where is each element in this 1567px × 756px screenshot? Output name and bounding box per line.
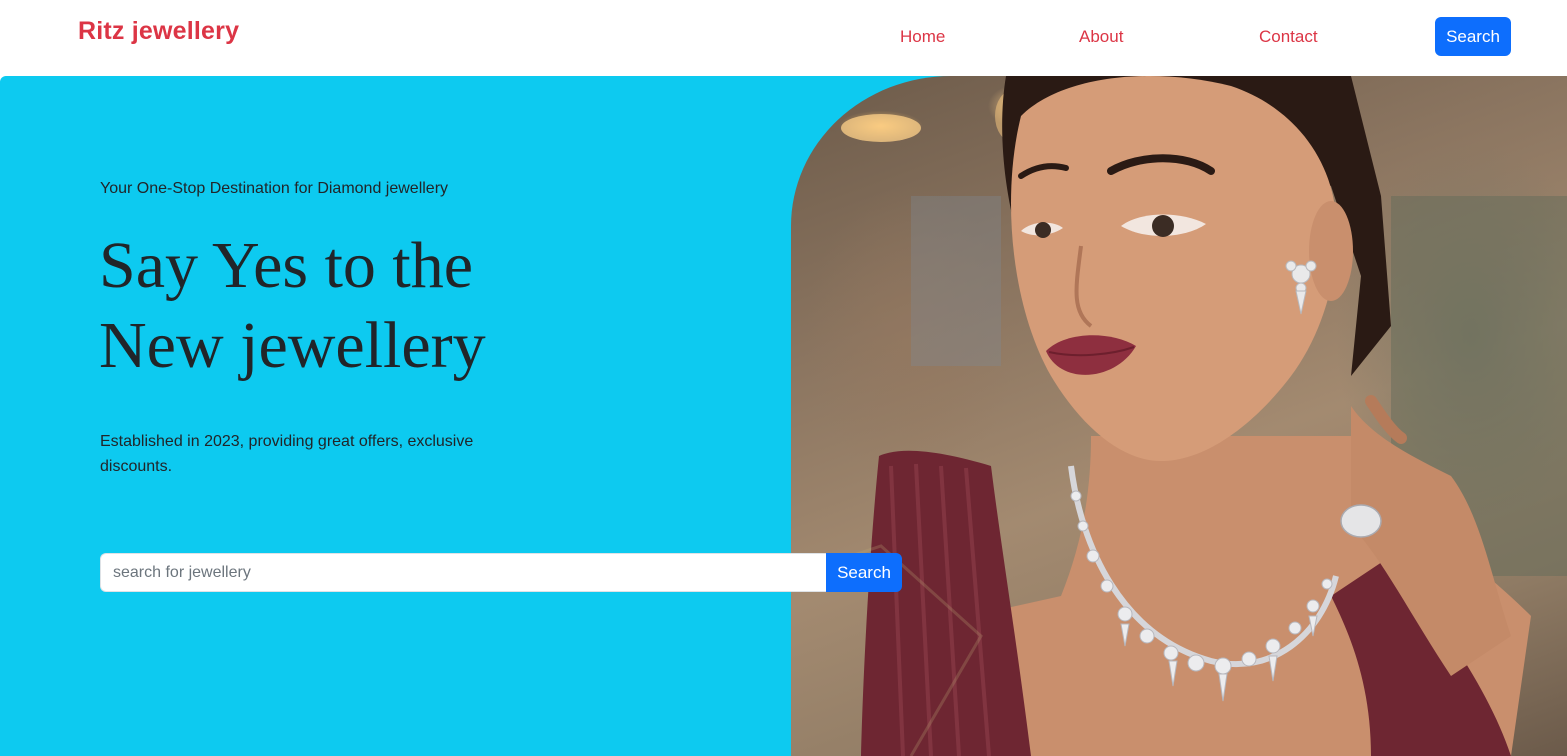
hero-search-button[interactable]: Search xyxy=(826,553,902,592)
hero-section: Your One-Stop Destination for Diamond je… xyxy=(0,76,1567,756)
nav-link-home[interactable]: Home xyxy=(900,27,945,47)
hero-headline-line-1: Say Yes to the xyxy=(99,229,474,302)
hero-headline-line-2: New jewellery xyxy=(99,309,486,382)
hero-description: Established in 2023, providing great off… xyxy=(100,433,474,475)
nav-search-button[interactable]: Search xyxy=(1435,17,1511,56)
hero-image-illustration xyxy=(791,76,1567,756)
nav-link-contact[interactable]: Contact xyxy=(1259,27,1318,47)
hero-search-input[interactable] xyxy=(100,553,826,592)
nav-link-about[interactable]: About xyxy=(1079,27,1123,47)
navbar: Ritz jewellery Home About Contact Search xyxy=(0,0,1567,76)
hero-image xyxy=(791,76,1567,756)
brand-logo[interactable]: Ritz jewellery xyxy=(78,17,239,46)
hero-headline: Say Yes to the New jewellery xyxy=(99,226,659,386)
hero-tagline: Your One-Stop Destination for Diamond je… xyxy=(100,180,449,197)
hero-search-form: Search xyxy=(100,553,902,592)
